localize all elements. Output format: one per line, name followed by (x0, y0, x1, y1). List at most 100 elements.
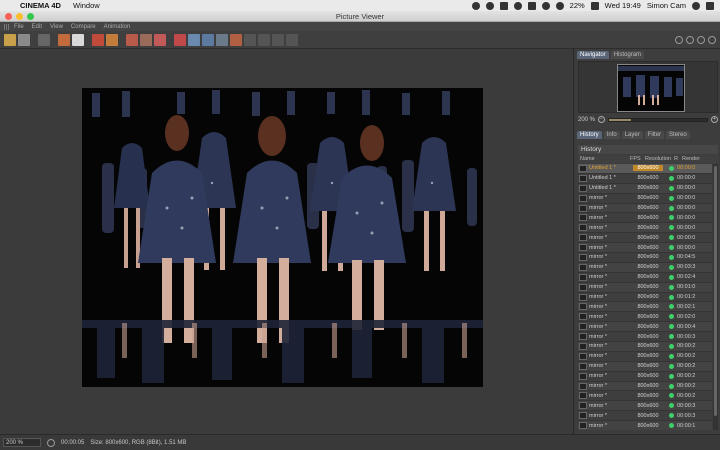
menu-compare[interactable]: Compare (71, 24, 96, 30)
image-viewport[interactable] (0, 49, 574, 434)
minimize-window-button[interactable] (16, 13, 23, 20)
compare-icon[interactable] (140, 33, 152, 46)
zoom-out-icon[interactable]: − (598, 116, 606, 123)
menu-app-name[interactable]: CINEMA 4D (20, 1, 61, 10)
history-row[interactable]: mirror * 800x600 00:00:0 (578, 193, 712, 204)
history-scrollbar[interactable] (713, 164, 718, 430)
region-icon[interactable] (72, 33, 84, 46)
loop-icon[interactable] (272, 33, 284, 46)
history-row[interactable]: mirror * 800x600 00:00:0 (578, 233, 712, 244)
save-icon[interactable] (18, 33, 30, 46)
history-row[interactable]: mirror * 800x600 00:00:2 (578, 361, 712, 372)
battery-label[interactable]: 22% (570, 1, 585, 10)
menu-window[interactable]: Window (73, 1, 100, 10)
history-row[interactable]: mirror * 800x600 00:02:0 (578, 312, 712, 323)
film-icon[interactable] (38, 33, 50, 46)
thumbnail-icon (579, 273, 587, 281)
status-icon[interactable] (485, 1, 494, 10)
marker-icon[interactable] (230, 33, 242, 46)
history-row[interactable]: Untitled 1 * 800x600 00:00:0 (578, 173, 712, 184)
history-row[interactable]: mirror * 800x600 00:03:3 (578, 262, 712, 273)
tab-stereo[interactable]: Stereo (666, 131, 690, 139)
tab-info[interactable]: Info (603, 131, 620, 139)
col-render[interactable]: Render (682, 155, 708, 163)
scrollbar-thumb[interactable] (714, 166, 717, 416)
history-row[interactable]: mirror * 800x600 00:00:3 (578, 401, 712, 412)
open-icon[interactable] (4, 33, 16, 46)
render-icon[interactable] (58, 33, 70, 46)
history-row[interactable]: mirror * 800x600 00:01:2 (578, 292, 712, 303)
zoom-select[interactable]: 200 % (3, 438, 41, 447)
history-row[interactable]: mirror * 800x600 00:00:0 (578, 243, 712, 254)
move-icon[interactable] (675, 35, 683, 44)
history-row[interactable]: mirror * 800x600 00:02:1 (578, 302, 712, 313)
rendered-image[interactable] (82, 88, 483, 387)
status-icon[interactable] (513, 1, 522, 10)
stop-icon[interactable] (92, 33, 104, 46)
rotate-icon[interactable] (697, 35, 705, 44)
wifi-icon[interactable] (541, 1, 550, 10)
history-row[interactable]: mirror * 800x600 00:00:2 (578, 381, 712, 392)
history-row[interactable]: mirror * 800x600 00:00:0 (578, 213, 712, 224)
history-row[interactable]: mirror * 800x600 00:00:3 (578, 411, 712, 422)
airplay-icon[interactable] (527, 1, 536, 10)
col-r[interactable]: R (674, 155, 682, 163)
status-icon[interactable] (471, 1, 480, 10)
history-row[interactable]: mirror * 800x600 00:00:2 (578, 351, 712, 362)
history-row[interactable]: mirror * 800x600 00:04:5 (578, 253, 712, 263)
menu-edit[interactable]: Edit (32, 24, 42, 30)
status-dot-icon (669, 225, 674, 231)
menu-animation[interactable]: Animation (104, 24, 131, 30)
battery-icon[interactable] (590, 1, 599, 10)
history-row[interactable]: mirror * 800x600 00:00:2 (578, 371, 712, 382)
volume-icon[interactable] (555, 1, 564, 10)
history-row[interactable]: mirror * 800x600 00:01:0 (578, 282, 712, 293)
search-icon[interactable] (692, 1, 700, 10)
history-row[interactable]: mirror * 800x600 00:00:0 (578, 223, 712, 234)
clock[interactable]: Wed 19:49 (605, 1, 641, 10)
thumbnail-icon (579, 293, 587, 301)
snapshot-icon[interactable] (106, 33, 118, 46)
menu-view[interactable]: View (50, 24, 63, 30)
zoom-options-icon[interactable] (47, 438, 55, 447)
zoom-icon[interactable] (686, 35, 694, 44)
user-name[interactable]: Simon Cam (647, 1, 686, 10)
play-back-icon[interactable] (244, 33, 256, 46)
close-window-button[interactable] (5, 13, 12, 20)
play-icon[interactable] (258, 33, 270, 46)
col-fps[interactable]: FPS (630, 155, 642, 163)
tab-filter[interactable]: Filter (644, 131, 665, 139)
col-resolution[interactable]: Resolution (642, 155, 674, 163)
zoom-in-icon[interactable]: + (711, 116, 718, 123)
col-name[interactable]: Name (578, 155, 630, 163)
layout-3-icon[interactable] (216, 33, 228, 46)
history-row[interactable]: mirror * 800x600 00:00:1 (578, 421, 712, 430)
navigator-thumbnail[interactable] (617, 64, 685, 112)
history-row[interactable]: Untitled 1 * 800x600 00:00:0 (578, 164, 712, 174)
tab-histogram[interactable]: Histogram (610, 51, 645, 59)
history-row[interactable]: mirror * 800x600 00:00:2 (578, 391, 712, 402)
layout-1-icon[interactable] (188, 33, 200, 46)
navigator-preview[interactable] (578, 61, 718, 113)
zoom-window-button[interactable] (27, 13, 34, 20)
tab-layer[interactable]: Layer (621, 131, 643, 139)
history-row[interactable]: mirror * 800x600 00:00:2 (578, 342, 712, 352)
tab-history[interactable]: History (577, 131, 602, 139)
layout-2-icon[interactable] (202, 33, 214, 46)
ab-compare-icon[interactable] (126, 33, 138, 46)
thumbnail-icon (579, 283, 587, 291)
dropbox-icon[interactable] (499, 1, 508, 10)
tab-navigator[interactable]: Navigator (577, 51, 609, 59)
history-row[interactable]: mirror * 800x600 00:00:0 (578, 203, 712, 214)
expand-icon[interactable] (708, 35, 716, 44)
zoom-slider[interactable] (608, 117, 708, 122)
history-row[interactable]: mirror * 800x600 00:00:4 (578, 322, 712, 333)
record-icon[interactable] (174, 33, 186, 46)
history-row[interactable]: mirror * 800x600 00:00:3 (578, 332, 712, 343)
history-row[interactable]: Untitled 1 * 800x600 00:00:0 (578, 183, 712, 194)
history-row[interactable]: mirror * 800x600 00:02:4 (578, 272, 712, 283)
menu-file[interactable]: File (14, 24, 24, 30)
step-icon[interactable] (286, 33, 298, 46)
stereo-icon[interactable] (154, 33, 166, 46)
list-icon[interactable] (706, 1, 714, 10)
